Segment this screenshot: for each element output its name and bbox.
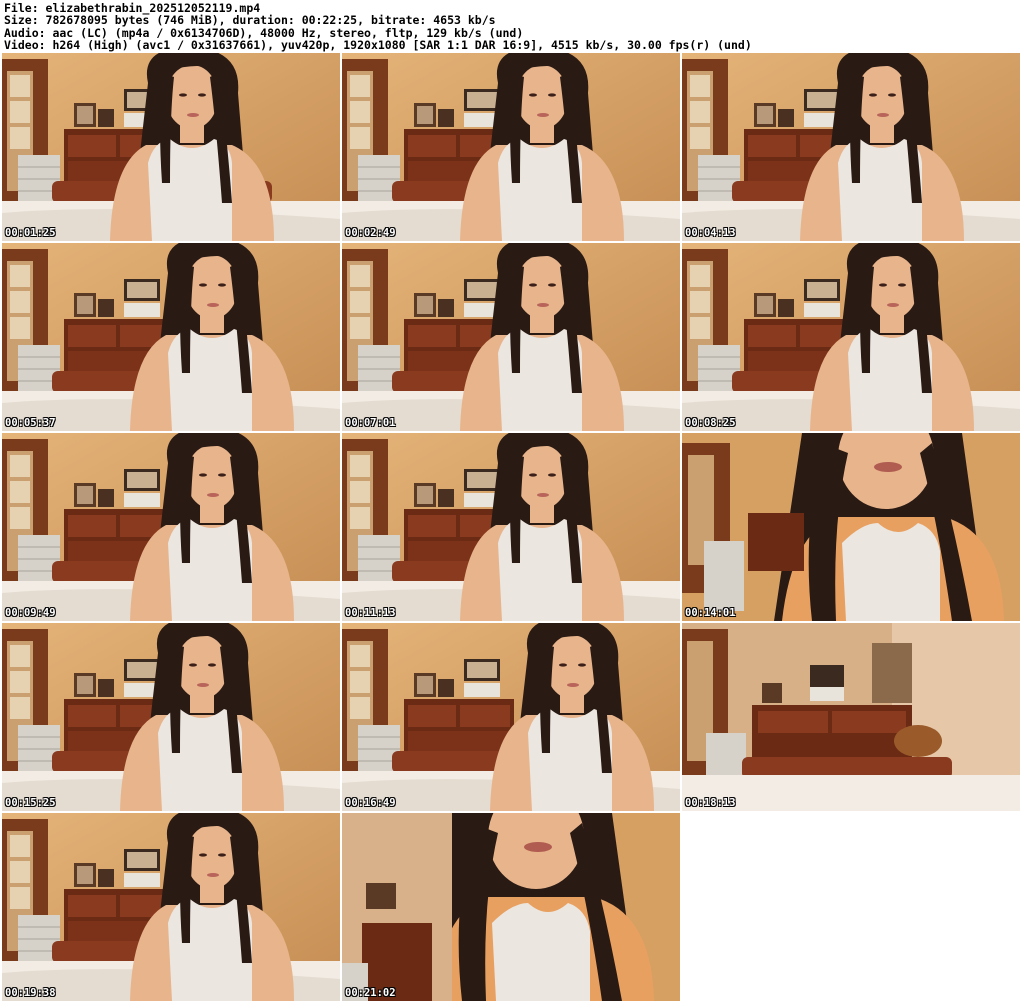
timestamp-label: 00:11:13: [345, 607, 396, 619]
timestamp-label: 00:01:25: [5, 227, 56, 239]
thumbnail-image: [682, 243, 1020, 431]
thumbnail-frame[interactable]: 00:04:13: [682, 53, 1020, 241]
thumbnail-frame[interactable]: 00:02:49: [342, 53, 680, 241]
thumbnail-frame[interactable]: 00:18:13: [682, 623, 1020, 811]
thumbnail-image: [2, 53, 340, 241]
file-info-header: File: elizabethrabin_202512052119.mp4 Si…: [4, 2, 1020, 52]
thumbnail-frame[interactable]: 00:19:38: [2, 813, 340, 1001]
thumbnail-frame[interactable]: 00:21:02: [342, 813, 680, 1001]
timestamp-label: 00:18:13: [685, 797, 736, 809]
thumbnail-frame[interactable]: 00:05:37: [2, 243, 340, 431]
timestamp-label: 00:02:49: [345, 227, 396, 239]
thumbnail-image: [342, 813, 680, 1001]
thumbnail-image: [2, 243, 340, 431]
thumbnail-frame[interactable]: 00:14:01: [682, 433, 1020, 621]
thumbnail-frame[interactable]: 00:16:49: [342, 623, 680, 811]
timestamp-label: 00:05:37: [5, 417, 56, 429]
thumbnail-image: [2, 433, 340, 621]
thumbnail-image: [342, 53, 680, 241]
thumbnail-frame[interactable]: 00:15:25: [2, 623, 340, 811]
timestamp-label: 00:09:49: [5, 607, 56, 619]
thumbnail-image: [682, 53, 1020, 241]
thumbnail-frame[interactable]: 00:08:25: [682, 243, 1020, 431]
thumbnail-frame[interactable]: 00:09:49: [2, 433, 340, 621]
thumbnail-frame[interactable]: 00:01:25: [2, 53, 340, 241]
thumbnail-image: [2, 813, 340, 1001]
thumbnail-image: [682, 433, 1020, 621]
timestamp-label: 00:04:13: [685, 227, 736, 239]
file-size-line: Size: 782678095 bytes (746 MiB), duratio…: [4, 13, 496, 28]
thumbnail-image: [2, 623, 340, 811]
thumbnail-frame[interactable]: 00:07:01: [342, 243, 680, 431]
timestamp-label: 00:14:01: [685, 607, 736, 619]
thumbnail-image: [342, 433, 680, 621]
timestamp-label: 00:21:02: [345, 987, 396, 999]
timestamp-label: 00:15:25: [5, 797, 56, 809]
thumbnail-frame[interactable]: 00:11:13: [342, 433, 680, 621]
thumbnail-image: [342, 623, 680, 811]
timestamp-label: 00:19:38: [5, 987, 56, 999]
thumbnail-grid: 00:01:25 00:02:49 00:04:13 00:05:37 00:0…: [2, 53, 1022, 1003]
timestamp-label: 00:08:25: [685, 417, 736, 429]
thumbnail-image: [342, 243, 680, 431]
video-info-line: Video: h264 (High) (avc1 / 0x31637661), …: [4, 38, 752, 53]
thumbnail-image: [682, 623, 1020, 811]
timestamp-label: 00:07:01: [345, 417, 396, 429]
timestamp-label: 00:16:49: [345, 797, 396, 809]
